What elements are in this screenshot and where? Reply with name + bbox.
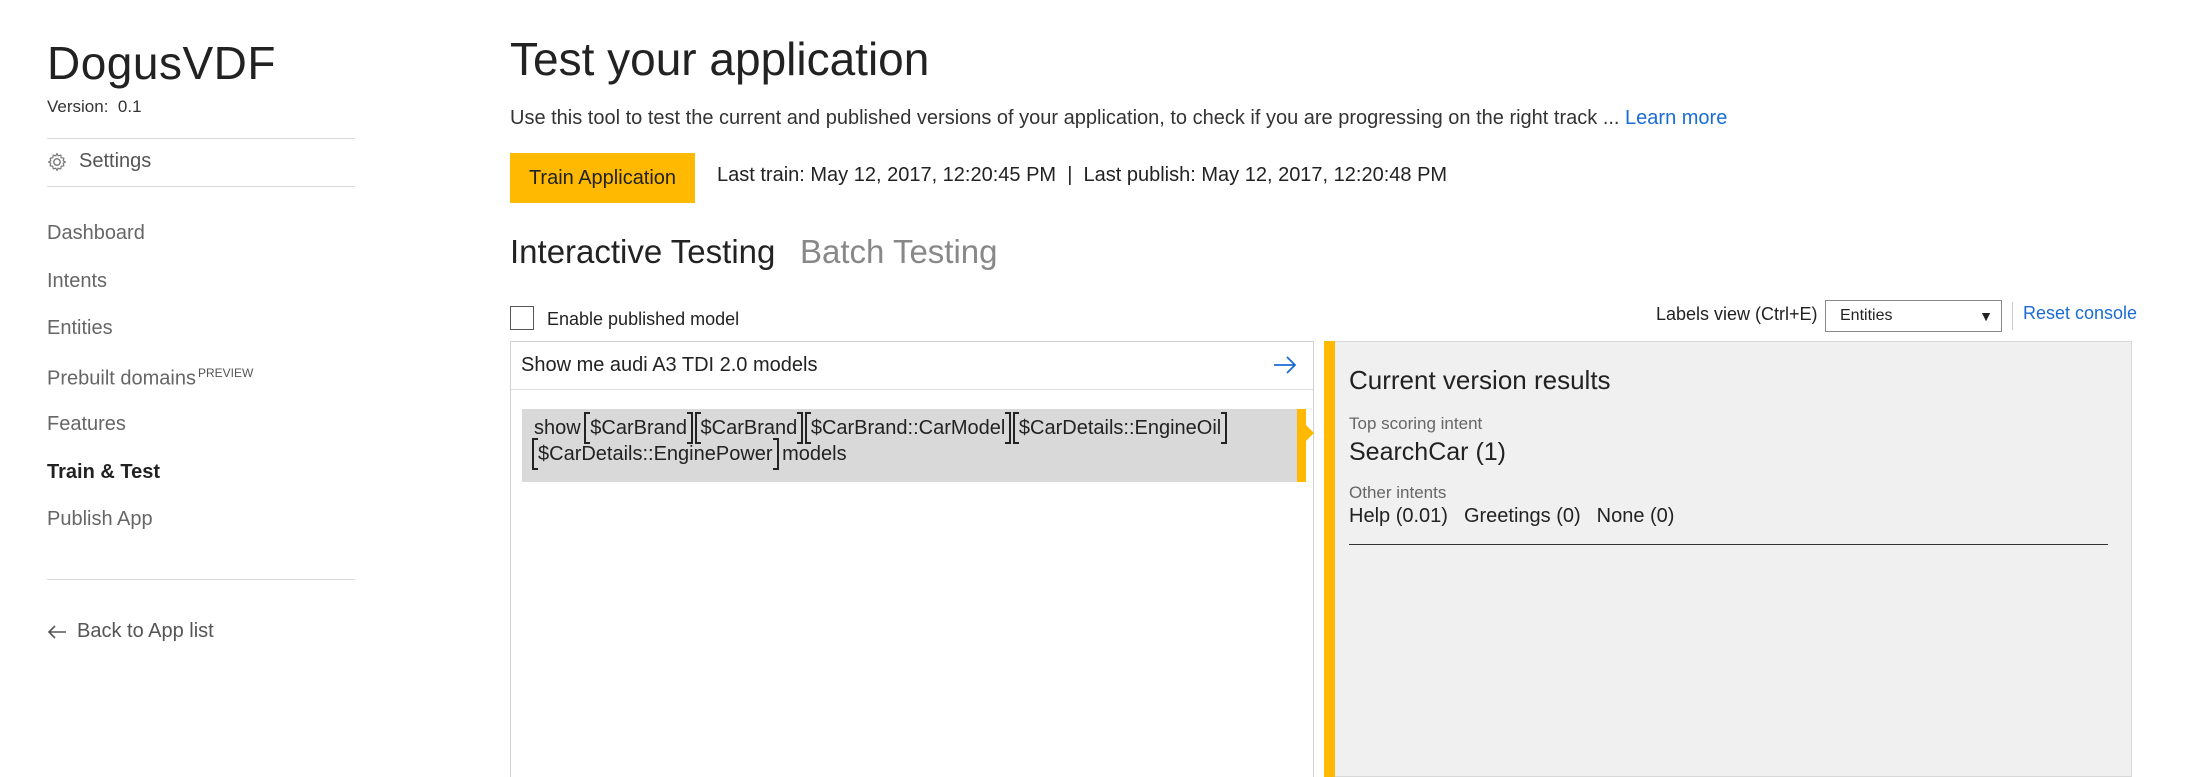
other-intent-item: None (0) xyxy=(1596,505,1675,527)
sidebar-item-features[interactable]: Features xyxy=(47,413,126,436)
entity-label: $CarDetails::EngineOil xyxy=(1012,412,1228,444)
sidebar-item-train-test[interactable]: Train & Test xyxy=(47,461,160,484)
train-status: Last train: May 12, 2017, 12:20:45 PM | … xyxy=(717,164,1448,186)
entity-label: $CarDetails::EnginePower xyxy=(532,438,779,470)
dropdown-arrow-icon: ▼ xyxy=(1979,308,1993,324)
results-panel xyxy=(1335,341,2132,777)
result-suffix: models xyxy=(782,443,847,465)
utterance-result[interactable]: show $CarBrand $CarBrand $CarBrand::CarM… xyxy=(522,409,1300,482)
enable-published-label: Enable published model xyxy=(547,309,740,329)
tab-interactive-testing[interactable]: Interactive Testing xyxy=(510,233,775,271)
version-label: Version: xyxy=(47,97,109,116)
sidebar-item-publish-app[interactable]: Publish App xyxy=(47,508,153,531)
top-intent-value: SearchCar (1) xyxy=(1349,438,1506,466)
labels-view-label: Labels view (Ctrl+E) xyxy=(1656,304,1818,324)
sidebar-item-label: Prebuilt domains xyxy=(47,367,196,390)
page-description: Use this tool to test the current and pu… xyxy=(510,107,1727,130)
result-prefix: show xyxy=(534,417,581,439)
version-value: 0.1 xyxy=(117,97,142,116)
top-intent-label: Top scoring intent xyxy=(1349,414,1483,433)
results-divider xyxy=(1349,544,2108,545)
back-label: Back to App list xyxy=(77,620,214,642)
sidebar-divider-settings xyxy=(47,186,355,187)
description-text: Use this tool to test the current and pu… xyxy=(510,107,1620,129)
sidebar-item-intents[interactable]: Intents xyxy=(47,270,107,293)
back-to-app-list-link[interactable]: Back to App list xyxy=(47,620,214,643)
sidebar-item-dashboard[interactable]: Dashboard xyxy=(47,222,145,245)
labels-view-select[interactable]: Entities ▼ xyxy=(1825,300,2002,332)
entity-label: $CarBrand xyxy=(694,412,803,444)
test-panel xyxy=(510,341,1314,777)
page-title: Test your application xyxy=(510,33,930,85)
arrow-right-icon[interactable] xyxy=(1272,352,1298,378)
settings-label: Settings xyxy=(79,150,152,172)
tab-batch-testing[interactable]: Batch Testing xyxy=(800,233,998,271)
arrow-left-icon xyxy=(47,624,66,639)
utterance-input[interactable] xyxy=(511,342,1313,390)
vertical-separator xyxy=(2012,302,2013,330)
gear-icon xyxy=(47,152,67,171)
selected-indicator xyxy=(1297,409,1306,482)
other-intent-item: Greetings (0) xyxy=(1463,505,1581,527)
entity-label: $CarBrand::CarModel xyxy=(804,412,1011,444)
selected-pointer xyxy=(1306,425,1314,441)
reset-console-link[interactable]: Reset console xyxy=(2023,303,2137,324)
results-title: Current version results xyxy=(1349,365,1611,395)
results-accent-bar xyxy=(1324,341,1335,777)
other-intents-list: Help (0.01) Greetings (0) None (0) xyxy=(1349,505,1674,528)
train-application-button[interactable]: Train Application xyxy=(510,153,695,203)
app-version: Version: 0.1 xyxy=(47,97,142,117)
other-intent-item: Help (0.01) xyxy=(1349,505,1448,527)
sidebar-divider-bottom xyxy=(47,579,355,580)
settings-link[interactable]: Settings xyxy=(47,150,151,173)
enable-published-checkbox[interactable] xyxy=(510,306,534,330)
learn-more-link[interactable]: Learn more xyxy=(1625,107,1727,129)
sidebar-item-entities[interactable]: Entities xyxy=(47,317,113,340)
entity-label: $CarBrand xyxy=(584,412,693,444)
sidebar-divider-top xyxy=(47,138,355,139)
other-intents-label: Other intents xyxy=(1349,483,1447,502)
sidebar-item-prebuilt-domains[interactable]: Prebuilt domains PREVIEW xyxy=(47,366,253,391)
app-name: DogusVDF xyxy=(47,37,276,89)
preview-badge: PREVIEW xyxy=(197,366,254,380)
labels-view-value: Entities xyxy=(1840,307,1893,324)
